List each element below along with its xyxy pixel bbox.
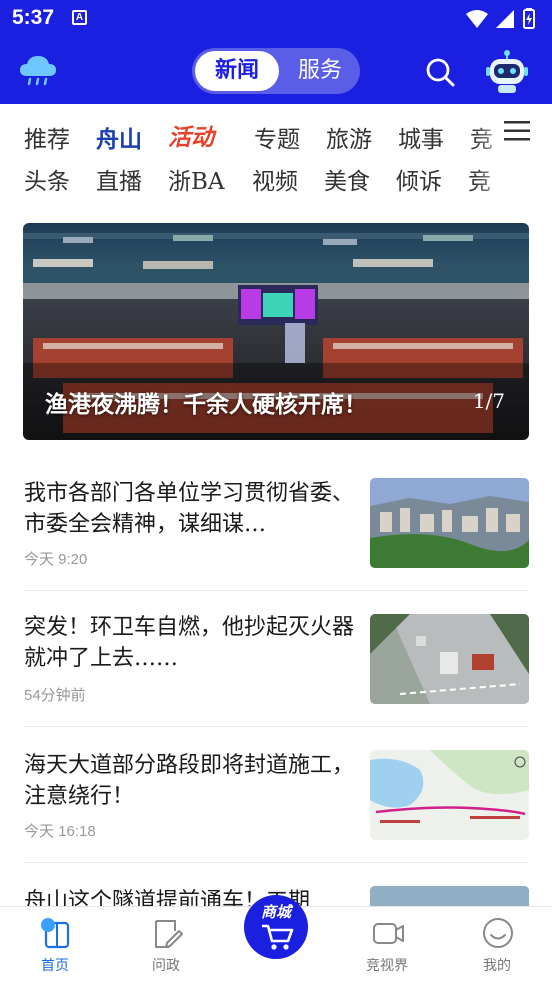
headline-banner[interactable]: 渔港夜沸腾！千余人硬核开席！ 1/7 <box>23 223 529 440</box>
divider <box>24 590 529 591</box>
nav-video-label: 竞视界 <box>366 958 408 974</box>
banner-counter: 1/7 <box>472 389 505 413</box>
divider <box>24 862 529 863</box>
channel-travel[interactable]: 旅游 <box>326 120 372 154</box>
tab-service[interactable]: 服务 <box>282 51 358 91</box>
channel-video[interactable]: 视频 <box>252 162 298 196</box>
channel-fade <box>474 104 514 204</box>
nav-petition-label: 问政 <box>152 958 180 974</box>
news-title: 我市各部门各单位学习贯彻省委、市委全会精神，谋细谋… <box>24 481 355 537</box>
divider <box>24 726 529 727</box>
petition-icon <box>155 920 183 948</box>
nav-home[interactable]: 首页 <box>10 907 100 983</box>
top-header: 5:37 A 新闻 服务 <box>0 0 552 104</box>
shopping-cart-icon <box>262 924 294 950</box>
nav-video[interactable]: 竞视界 <box>342 907 432 983</box>
channel-headlines[interactable]: 头条 <box>24 162 70 196</box>
news-time: 今天 9:20 <box>24 551 88 568</box>
nav-home-label: 首页 <box>41 958 69 974</box>
robot-assistant-icon[interactable] <box>484 48 530 94</box>
notification-a-icon: A <box>72 10 87 25</box>
video-camera-icon <box>373 923 404 944</box>
nav-petition[interactable]: 问政 <box>121 907 211 983</box>
app-bar: 新闻 服务 <box>0 38 552 104</box>
news-time: 54分钟前 <box>24 687 86 704</box>
cloud-weather-icon[interactable] <box>18 52 58 86</box>
wifi-icon <box>466 10 488 28</box>
news-item[interactable]: 海天大道部分路段即将封道施工，注意绕行！ 今天 16:18 <box>0 732 552 868</box>
news-time: 今天 16:18 <box>24 823 96 840</box>
news-title: 海天大道部分路段即将封道施工，注意绕行！ <box>24 753 355 809</box>
news-item[interactable]: 我市各部门各单位学习贯彻省委、市委全会精神，谋细谋… 今天 9:20 <box>0 460 552 596</box>
nav-profile-label: 我的 <box>483 958 511 974</box>
news-thumbnail <box>370 614 529 704</box>
nav-mall-label: 商城 <box>260 903 291 921</box>
bottom-navigation: 首页 问政 商城 竞视界 我的 <box>0 895 552 983</box>
channel-food[interactable]: 美食 <box>324 162 370 196</box>
search-icon[interactable] <box>424 56 456 88</box>
channel-complaints[interactable]: 倾诉 <box>396 162 442 196</box>
channel-city[interactable]: 城事 <box>398 120 444 154</box>
channel-zhe-ba[interactable]: 浙BA <box>168 162 225 196</box>
signal-icon <box>496 10 514 28</box>
profile-smile-icon <box>483 918 513 948</box>
channel-zhoushan[interactable]: 舟山 <box>96 120 142 154</box>
news-item[interactable]: 突发！环卫车自燃，他抄起灭火器就冲了上去…… 54分钟前 <box>0 596 552 732</box>
status-time: 5:37 <box>12 6 55 29</box>
channel-tabs: 推荐 舟山 活动 专题 旅游 城事 竞 头条 直播 浙BA 视频 美食 倾诉 竞 <box>0 104 552 204</box>
news-service-switch: 新闻 服务 <box>192 48 360 94</box>
channel-recommend[interactable]: 推荐 <box>24 120 70 154</box>
nav-profile[interactable]: 我的 <box>452 907 542 983</box>
banner-caption: 渔港夜沸腾！千余人硬核开席！ <box>45 391 367 418</box>
system-status-icons <box>466 8 535 29</box>
status-bar: 5:37 A <box>0 0 552 38</box>
channel-topics[interactable]: 专题 <box>254 120 300 154</box>
news-thumbnail <box>370 750 529 840</box>
channel-live[interactable]: 直播 <box>96 162 142 196</box>
channel-menu-icon[interactable] <box>504 120 530 142</box>
news-title: 突发！环卫车自燃，他抄起灭火器就冲了上去…… <box>24 615 355 671</box>
tab-news[interactable]: 新闻 <box>195 51 279 91</box>
home-icon <box>41 918 70 949</box>
news-thumbnail <box>370 478 529 568</box>
channel-events[interactable]: 活动 <box>168 118 214 152</box>
nav-mall[interactable]: 商城 <box>244 895 308 959</box>
